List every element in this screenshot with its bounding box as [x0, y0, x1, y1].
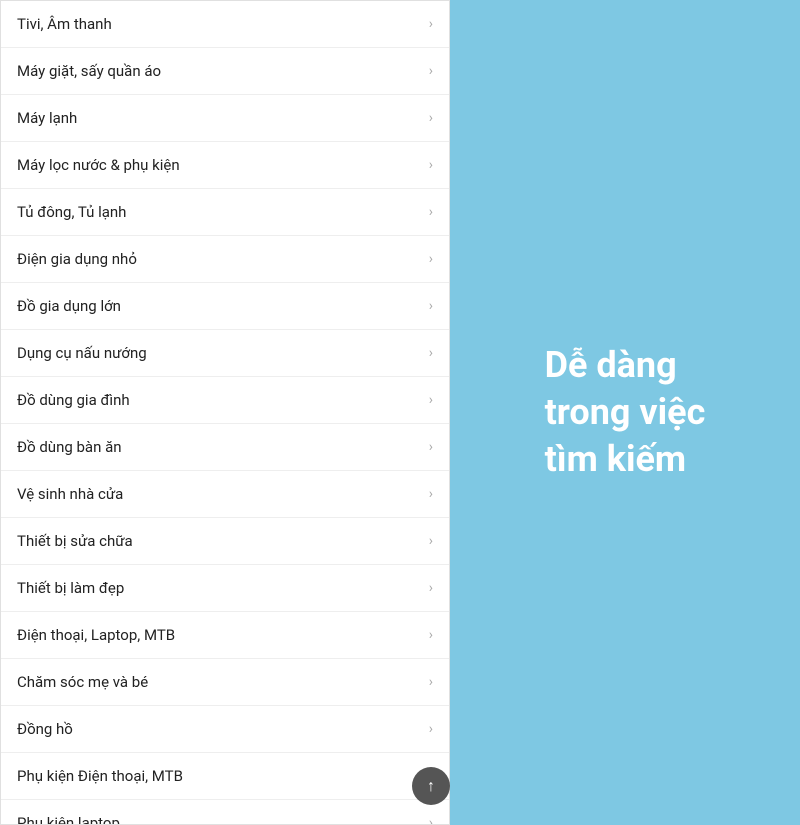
menu-item-label: Đồ gia dụng lớn — [17, 297, 121, 315]
menu-item-do-dung-gia-dinh[interactable]: Đồ dùng gia đình › — [1, 377, 449, 424]
chevron-right-icon: › — [429, 298, 433, 314]
menu-item-tu-dong[interactable]: Tủ đông, Tủ lạnh › — [1, 189, 449, 236]
menu-item-label: Máy lạnh — [17, 109, 77, 127]
menu-item-dien-thoai[interactable]: Điện thoại, Laptop, MTB › — [1, 612, 449, 659]
menu-item-dien-gia-dung-nho[interactable]: Điện gia dụng nhỏ › — [1, 236, 449, 283]
chevron-right-icon: › — [429, 110, 433, 126]
menu-item-label: Tủ đông, Tủ lạnh — [17, 203, 126, 221]
chevron-right-icon: › — [429, 486, 433, 502]
chevron-right-icon: › — [429, 16, 433, 32]
menu-list: Tivi, Âm thanh›Máy giặt, sấy quần áo›Máy… — [0, 0, 450, 825]
chevron-right-icon: › — [429, 392, 433, 408]
chevron-right-icon: › — [429, 63, 433, 79]
menu-item-label: Dụng cụ nấu nướng — [17, 344, 147, 362]
menu-item-label: Phụ kiện Điện thoại, MTB — [17, 767, 183, 785]
menu-item-label: Thiết bị sửa chữa — [17, 532, 133, 550]
chevron-right-icon: › — [429, 721, 433, 737]
menu-item-label: Đồ dùng gia đình — [17, 391, 130, 409]
menu-item-dong-ho[interactable]: Đồng hồ › — [1, 706, 449, 753]
chevron-right-icon: › — [429, 815, 433, 825]
menu-item-label: Tivi, Âm thanh — [17, 15, 112, 33]
menu-item-thiet-bi-lam-dep[interactable]: Thiết bị làm đẹp › — [1, 565, 449, 612]
chevron-right-icon: › — [429, 204, 433, 220]
chevron-right-icon: › — [429, 533, 433, 549]
menu-item-may-loc-nuoc[interactable]: Máy lọc nước & phụ kiện › — [1, 142, 449, 189]
menu-item-phu-kien-laptop[interactable]: Phụ kiện laptop › — [1, 800, 449, 825]
menu-item-do-dung-ban-an[interactable]: Đồ dùng bàn ăn › — [1, 424, 449, 471]
menu-item-may-lanh[interactable]: Máy lạnh › — [1, 95, 449, 142]
menu-item-thiet-bi-sua-chua[interactable]: Thiết bị sửa chữa › — [1, 518, 449, 565]
menu-item-dung-cu-nau-nuong[interactable]: Dụng cụ nấu nướng › — [1, 330, 449, 377]
menu-item-label: Vệ sinh nhà cửa — [17, 485, 123, 503]
chevron-right-icon: › — [429, 251, 433, 267]
menu-item-label: Thiết bị làm đẹp — [17, 579, 124, 597]
tagline-line3: tìm kiếm — [545, 438, 687, 480]
chevron-right-icon: › — [429, 439, 433, 455]
menu-item-may-giat[interactable]: Máy giặt, sấy quần áo › — [1, 48, 449, 95]
menu-item-label: Đồ dùng bàn ăn — [17, 438, 122, 456]
chevron-right-icon: › — [429, 674, 433, 690]
menu-item-label: Đồng hồ — [17, 720, 73, 738]
right-panel: Dễ dàng trong việc tìm kiếm — [450, 0, 800, 825]
menu-item-label: Phụ kiện laptop — [17, 814, 120, 825]
menu-item-label: Điện thoại, Laptop, MTB — [17, 626, 175, 644]
menu-item-phu-kien-dien-thoai[interactable]: Phụ kiện Điện thoại, MTB› — [1, 753, 449, 800]
chevron-right-icon: › — [429, 345, 433, 361]
menu-item-label: Máy lọc nước & phụ kiện — [17, 156, 180, 174]
menu-item-label: Điện gia dụng nhỏ — [17, 250, 137, 268]
scroll-to-top-button[interactable]: ↑ — [412, 767, 450, 805]
tagline-line2: trong việc — [545, 391, 706, 433]
menu-item-cham-soc-me-be[interactable]: Chăm sóc mẹ và bé › — [1, 659, 449, 706]
chevron-right-icon: › — [429, 627, 433, 643]
tagline-line1: Dễ dàng — [545, 344, 677, 386]
menu-item-tivi[interactable]: Tivi, Âm thanh › — [1, 1, 449, 48]
menu-item-label: Máy giặt, sấy quần áo — [17, 62, 161, 80]
menu-item-ve-sinh-nha-cua[interactable]: Vệ sinh nhà cửa › — [1, 471, 449, 518]
menu-item-label: Chăm sóc mẹ và bé — [17, 673, 148, 691]
chevron-right-icon: › — [429, 580, 433, 596]
menu-item-do-gia-dung-lon[interactable]: Đồ gia dụng lớn › — [1, 283, 449, 330]
tagline: Dễ dàng trong việc tìm kiếm — [545, 342, 706, 482]
chevron-right-icon: › — [429, 157, 433, 173]
scroll-to-top-icon: ↑ — [427, 776, 435, 796]
